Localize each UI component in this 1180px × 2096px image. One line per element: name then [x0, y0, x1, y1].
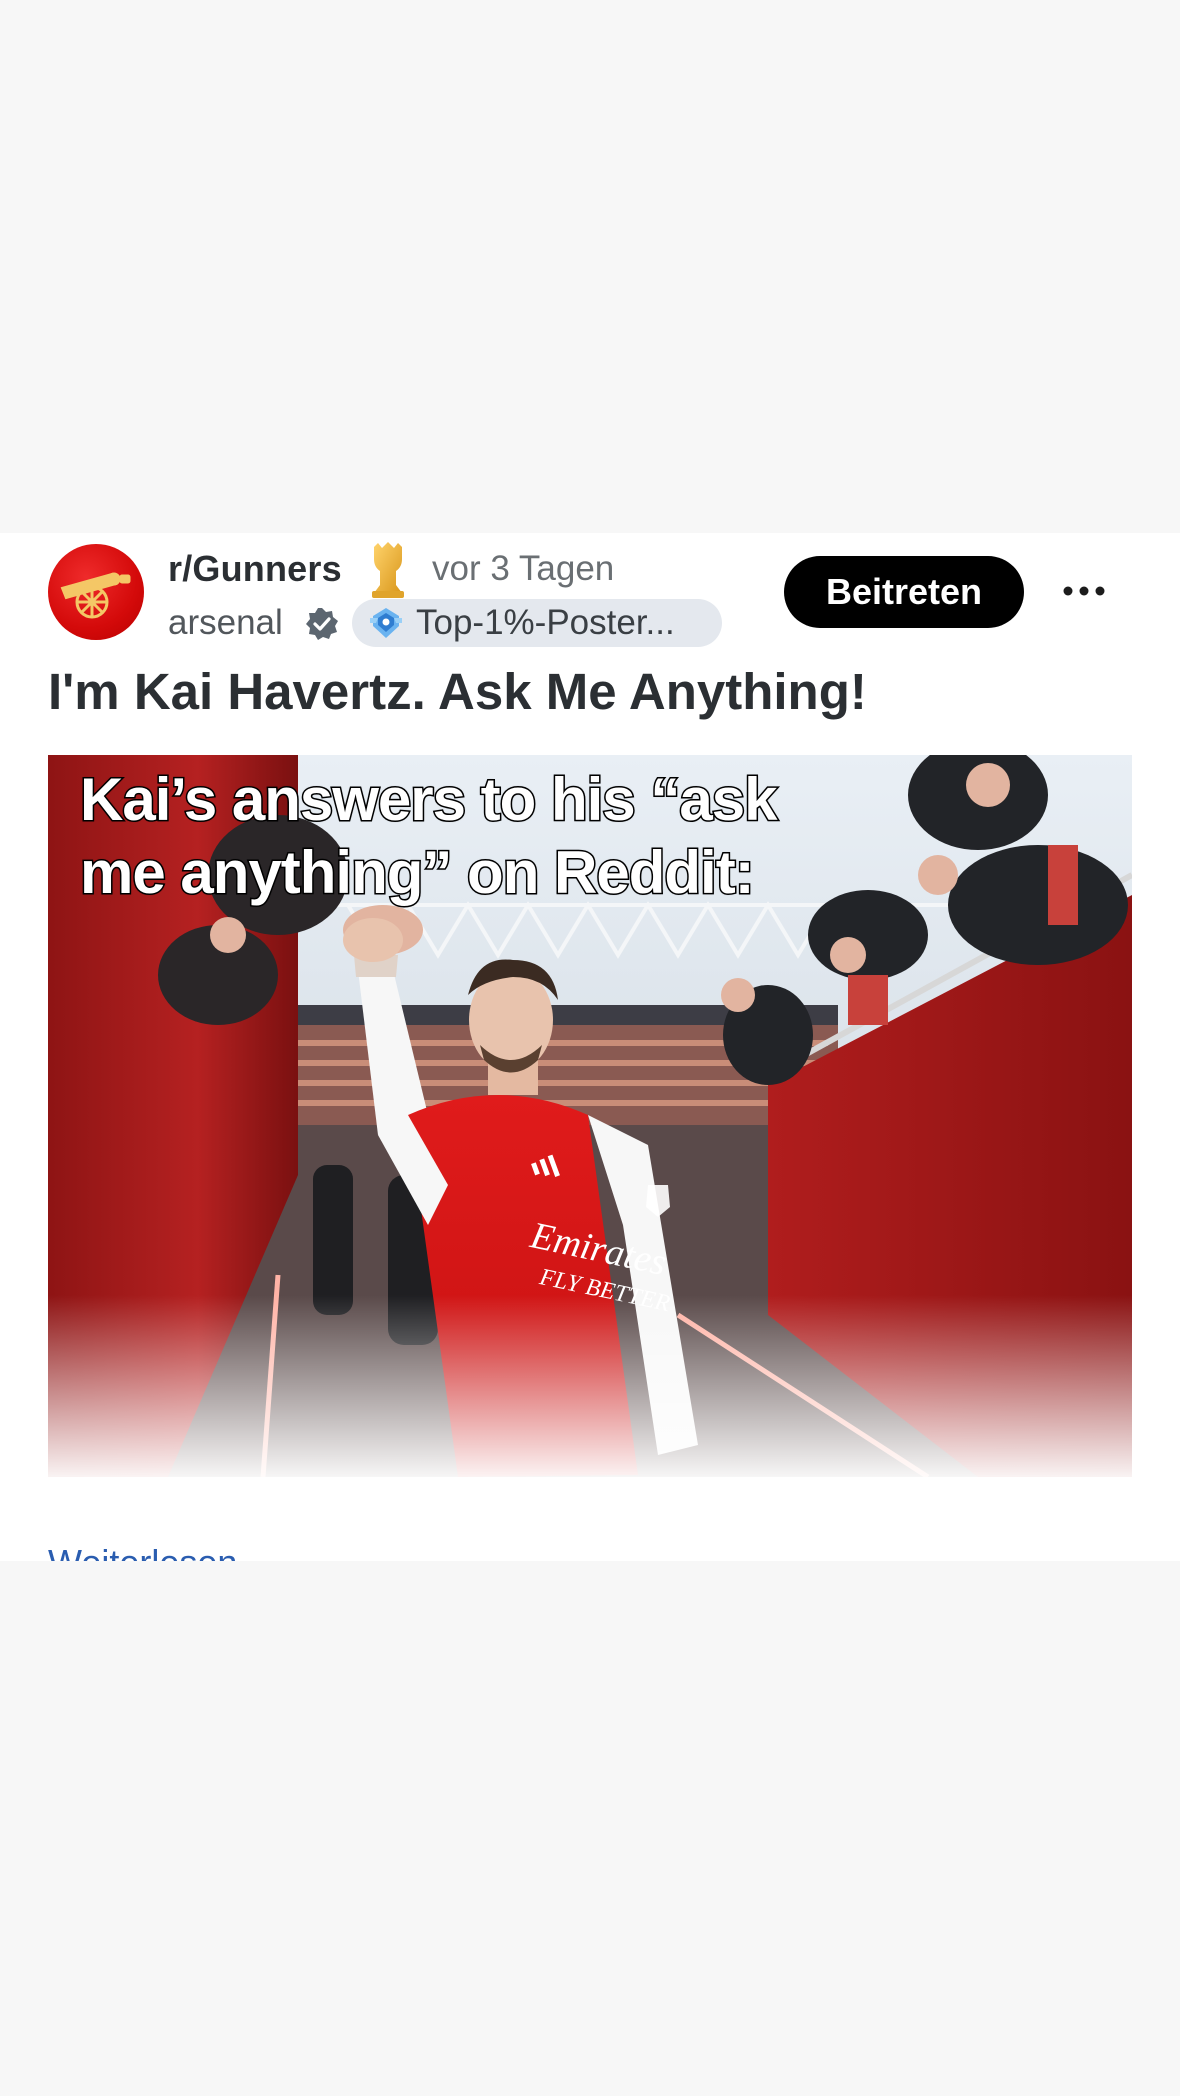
cannon-icon — [60, 572, 131, 619]
post-timestamp: vor 3 Tagen — [432, 549, 615, 588]
more-options-icon[interactable] — [1058, 565, 1110, 617]
subreddit-name[interactable]: r/Gunners — [168, 547, 342, 591]
subreddit-avatar[interactable] — [48, 544, 144, 640]
join-button[interactable]: Beitreten — [784, 556, 1024, 628]
post-card[interactable]: r/Gunners vor 3 Tagen arsenal Top-1%-Pos… — [0, 533, 1180, 1561]
flair-label: Top-1%-Poster... — [416, 603, 675, 642]
trophy-icon — [372, 542, 404, 598]
user-flair[interactable]: Top-1%-Poster... — [352, 599, 722, 647]
image-caption: Kai’s answers to his “ask me anything” o… — [79, 765, 779, 908]
top-poster-badge-icon — [370, 608, 402, 638]
verified-check-icon — [306, 608, 338, 640]
read-more-link[interactable]: Weiterlesen — [48, 1541, 237, 1561]
post-title[interactable]: I'm Kai Havertz. Ask Me Anything! — [48, 661, 867, 723]
author-username[interactable]: arsenal — [168, 601, 283, 645]
post-image[interactable]: Emirates FLY BETTER Kai’s answers to his… — [48, 755, 1132, 1477]
